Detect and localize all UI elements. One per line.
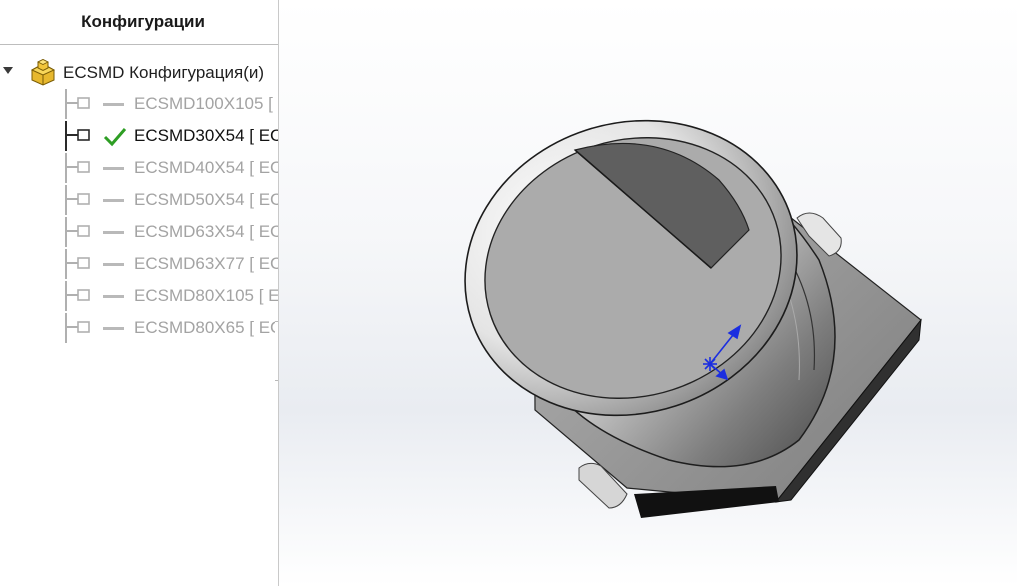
configuration-tree-branch-icon [65,281,90,311]
configuration-item-label: ECSMD100X105 [ [134,94,273,113]
configuration-item-label: ECSMD40X54 [ EC [134,158,279,177]
configuration-item-label: ECSMD63X77 [ EC [134,254,279,273]
configuration-tree-branch-icon [65,185,90,215]
part-folder-icon [30,58,56,86]
configuration-item[interactable]: ECSMD30X54 [ EC [0,121,278,151]
inactive-dash-icon [103,287,124,298]
configuration-tree-branch-icon [65,121,90,151]
configuration-item[interactable]: ECSMD63X77 [ EC [0,249,278,279]
panel-title: Конфигурации [81,12,205,31]
active-checkmark-icon [103,127,127,152]
configuration-manager-panel: Конфигурации ECSMD Конфигурация(и) ECSMD… [0,0,279,586]
inactive-dash-icon [103,191,124,202]
inactive-dash-icon [103,255,124,266]
configuration-tree-branch-icon [65,217,90,247]
configuration-item-label: ECSMD30X54 [ EC [134,126,279,145]
configuration-item-label: ECSMD50X54 [ EC [134,190,279,209]
inactive-dash-icon [103,159,124,170]
inactive-dash-icon [103,95,124,106]
collapse-arrow-icon[interactable] [3,67,13,74]
configuration-tree-branch-icon [65,313,90,343]
inactive-dash-icon [103,319,124,330]
panel-header: Конфигурации [0,0,278,45]
capacitor-3d-model[interactable] [279,0,1017,586]
graphics-viewport[interactable] [279,0,1017,586]
configuration-item-label: ECSMD80X105 [ E [134,286,279,305]
tree-root-label: ECSMD Конфигурация(и) [63,63,265,82]
tree-root-configurations[interactable]: ECSMD Конфигурация(и) [0,57,278,87]
configuration-item[interactable]: ECSMD80X65 [ EC [0,313,278,343]
configuration-tree-branch-icon [65,249,90,279]
configuration-item[interactable]: ECSMD40X54 [ EC [0,153,278,183]
configuration-tree-branch-icon [65,153,90,183]
configuration-item-label: ECSMD80X65 [ EC [134,318,279,337]
configuration-tree-branch-icon [65,89,90,119]
configuration-item-label: ECSMD63X54 [ EC [134,222,279,241]
configuration-item[interactable]: ECSMD100X105 [ [0,89,278,119]
configuration-item[interactable]: ECSMD80X105 [ E [0,281,278,311]
configuration-item[interactable]: ECSMD63X54 [ EC [0,217,278,247]
configuration-item[interactable]: ECSMD50X54 [ EC [0,185,278,215]
inactive-dash-icon [103,223,124,234]
